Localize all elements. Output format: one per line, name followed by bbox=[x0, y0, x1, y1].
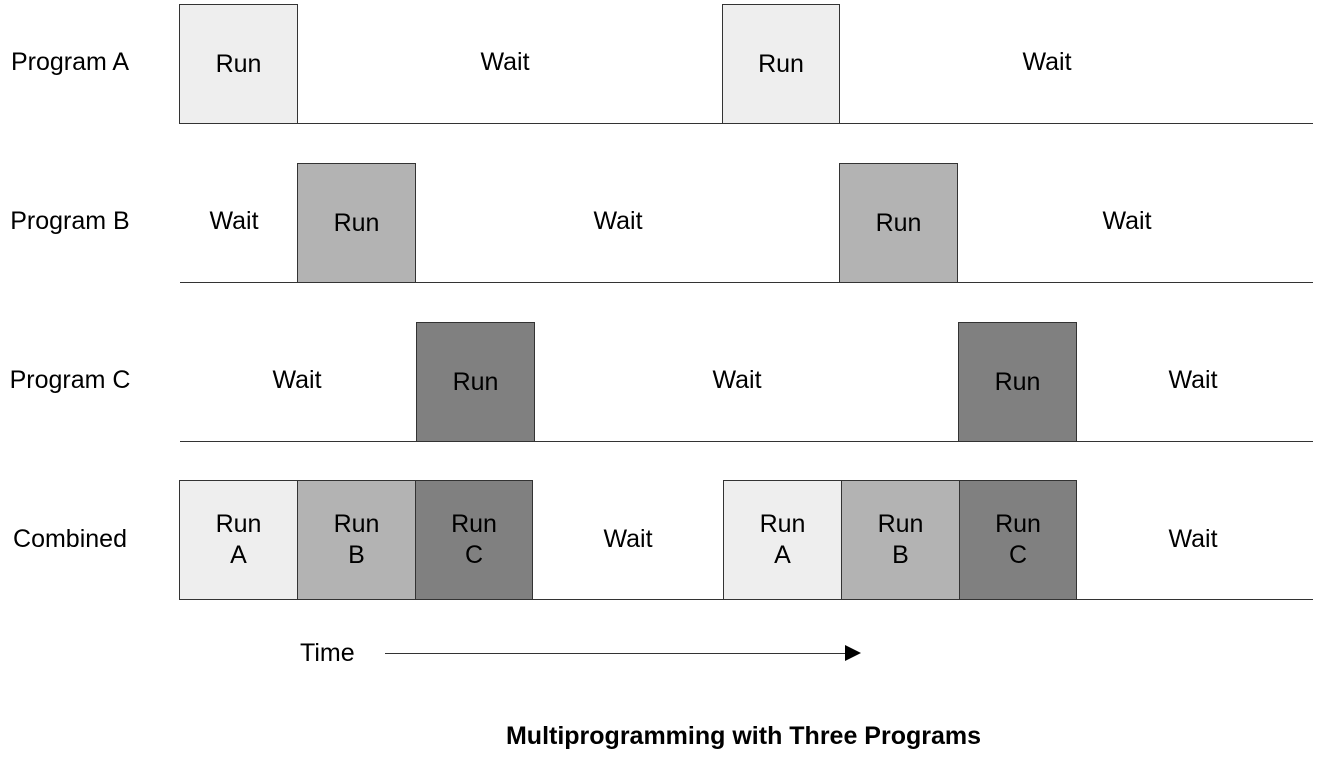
program-b-run-block: Run bbox=[839, 163, 958, 283]
arrow-head-icon bbox=[845, 645, 861, 661]
program-c-run-block: Run bbox=[416, 322, 535, 442]
row-label-program-b: Program B bbox=[10, 207, 130, 235]
combined-run-c-block: Run C bbox=[415, 480, 533, 600]
combined-run-b-block: Run B bbox=[297, 480, 416, 600]
row-label-combined: Combined bbox=[13, 525, 127, 553]
row-label-program-c: Program C bbox=[9, 366, 131, 394]
program-c-run-block: Run bbox=[958, 322, 1077, 442]
program-a-wait-segment: Wait bbox=[1022, 48, 1072, 76]
combined-run-c-block: Run C bbox=[959, 480, 1077, 600]
timeline-baseline-c bbox=[180, 441, 1313, 442]
combined-run-a-block: Run A bbox=[723, 480, 842, 600]
combined-wait-segment: Wait bbox=[603, 525, 653, 553]
program-a-run-block: Run bbox=[179, 4, 298, 124]
combined-run-a-block: Run A bbox=[179, 480, 298, 600]
row-label-program-a: Program A bbox=[10, 48, 130, 76]
program-a-wait-segment: Wait bbox=[480, 48, 530, 76]
combined-wait-segment: Wait bbox=[1168, 525, 1218, 553]
combined-run-b-block: Run B bbox=[841, 480, 960, 600]
program-c-wait-segment: Wait bbox=[712, 366, 762, 394]
time-arrow-line bbox=[385, 653, 847, 654]
program-c-wait-segment: Wait bbox=[272, 366, 322, 394]
diagram-title: Multiprogramming with Three Programs bbox=[505, 722, 982, 750]
program-a-run-block: Run bbox=[722, 4, 840, 124]
program-c-wait-segment: Wait bbox=[1168, 366, 1218, 394]
program-b-wait-segment: Wait bbox=[1102, 207, 1152, 235]
program-b-run-block: Run bbox=[297, 163, 416, 283]
time-label: Time bbox=[300, 639, 355, 667]
program-b-wait-segment: Wait bbox=[593, 207, 643, 235]
program-b-wait-segment: Wait bbox=[209, 207, 259, 235]
